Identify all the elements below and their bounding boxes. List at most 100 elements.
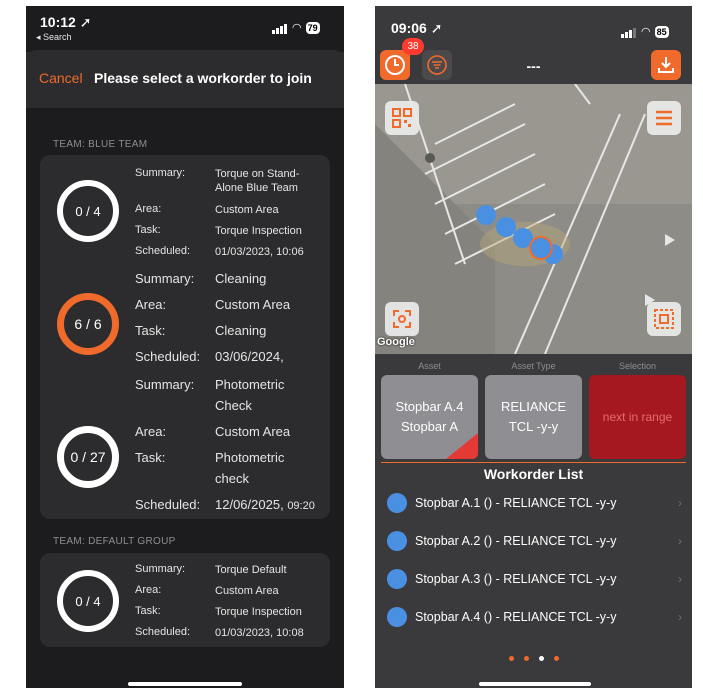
signal-icon [621,20,637,38]
list-item-label: Stopbar A.4 () - RELIANCE TCL -y-y [415,610,617,624]
selected-asset-marker[interactable] [529,236,553,260]
scheduled-value-wrap: 12/06/2025, 09:20 [215,494,315,517]
asset-type-header: Asset Type [511,361,556,371]
left-phone-screen: 10:12 ➚ ◂ Search ◠ 79 Cancel Please sele… [26,6,344,688]
page-indicator[interactable] [375,648,692,666]
right-phone-screen: 09:06 ➚ ◠ 85 38 --- Google Asset Asset T… [375,6,692,688]
summary-key: Summary: [135,167,186,179]
team-label-blue: TEAM: BLUE TEAM [53,139,148,150]
list-item[interactable]: Stopbar A.1 () - RELIANCE TCL -y-y › [387,484,682,522]
progress-label: 0 / 4 [75,203,101,219]
team-label-default: TEAM: DEFAULT GROUP [53,536,176,547]
progress-label: 0 / 4 [75,593,101,609]
status-icons: ◠ 85 [621,20,669,38]
menu-button[interactable] [647,101,681,135]
progress-label: 6 / 6 [74,316,102,332]
asset-marker[interactable] [496,217,516,237]
progress-ring: 0 / 4 [57,180,119,242]
summary-key: Summary: [135,563,186,575]
status-dot [387,493,407,513]
home-indicator[interactable] [479,682,591,686]
home-indicator[interactable] [128,682,242,686]
scheduled-time: 09:20 [287,500,315,512]
scheduled-value: 03/06/2024, [215,349,284,364]
task-value: Cleaning [215,323,267,338]
status-dot [387,607,407,627]
divider [26,108,344,120]
toolbar-title: --- [526,58,541,74]
scheduled-key: Scheduled: [135,626,191,638]
progress-ring: 0 / 27 [57,426,119,488]
asset-header: Asset [418,361,441,371]
workorder-item[interactable]: 6 / 6 Summary: Cleaning Area: Custom Are… [40,268,330,374]
recenter-icon [393,310,411,328]
map-view[interactable]: Google [375,84,692,354]
selection-header: Selection [618,361,657,371]
area-value: Custom Area [215,424,291,439]
wifi-icon: ◠ [292,22,302,34]
download-button[interactable] [651,50,681,80]
section-divider [381,462,686,463]
summary-key: Summary: [135,271,195,286]
chevron-right-icon: › [678,496,682,510]
chevron-right-icon: › [678,610,682,624]
asset-card[interactable]: Stopbar A.4 Stopbar A [381,375,478,459]
join-header: Cancel Please select a workorder to join [26,52,344,108]
task-value: Photometric check [215,450,285,486]
list-item[interactable]: Stopbar A.3 () - RELIANCE TCL -y-y › [387,560,682,598]
download-icon [658,57,674,73]
summary-value: Torque Default [215,564,287,576]
back-to-search-link[interactable]: ◂ Search [36,32,72,43]
battery-icon: 85 [654,26,669,38]
next-in-range-button[interactable]: next in range [589,375,686,459]
join-title: Please select a workorder to join [94,70,312,86]
area-value: Custom Area [215,585,279,597]
select-area-icon [654,309,674,329]
page-dot[interactable] [523,656,529,661]
status-dot [387,569,407,589]
chevron-right-icon: › [678,572,682,586]
task-key: Task: [135,323,166,338]
cancel-button[interactable]: Cancel [39,70,83,86]
page-dot-active[interactable] [538,656,544,661]
next-in-range-label: next in range [602,410,673,424]
status-time: 09:06 ➚ [391,20,443,36]
page-dot[interactable] [508,656,514,661]
area-value: Custom Area [215,204,279,216]
task-value: Torque Inspection [215,225,302,237]
asset-name: Stopbar A.4 [395,399,464,414]
page-dot[interactable] [553,656,559,661]
area-key: Area: [135,297,167,312]
list-item-label: Stopbar A.3 () - RELIANCE TCL -y-y [415,572,617,586]
workorder-item[interactable]: 0 / 4 Summary: Torque Default Area: Cust… [40,553,330,647]
asset-type-card[interactable]: RELIANCE TCL -y-y [485,375,582,459]
list-item[interactable]: Stopbar A.4 () - RELIANCE TCL -y-y › [387,598,682,636]
scheduled-value: 12/06/2025, [215,497,284,512]
progress-ring: 6 / 6 [57,293,119,355]
qr-scan-button[interactable] [385,101,419,135]
select-area-button[interactable] [647,302,681,336]
asset-marker[interactable] [476,205,496,225]
battery-icon: 79 [305,22,320,34]
area-key: Area: [135,584,162,596]
workorder-list: Stopbar A.1 () - RELIANCE TCL -y-y › Sto… [387,484,682,636]
scheduled-key: Scheduled: [135,245,191,257]
progress-ring: 0 / 4 [57,570,119,632]
workorder-item[interactable]: 0 / 4 Summary: Torque on Stand-Alone Blu… [40,162,330,258]
qr-map-icon [392,108,412,128]
scheduled-value: 01/03/2023, 10:06 [215,246,304,258]
notification-badge: 38 [402,38,424,55]
summary-value: Cleaning [215,271,267,286]
status-icons: ◠ 79 [272,16,320,34]
area-value: Custom Area [215,297,291,312]
list-item-label: Stopbar A.1 () - RELIANCE TCL -y-y [415,496,617,510]
task-value: Torque Inspection [215,606,302,618]
asset-type-line1: RELIANCE [500,399,567,414]
recenter-button[interactable] [385,302,419,336]
scheduled-key: Scheduled: [135,349,201,364]
chevron-right-icon: › [678,534,682,548]
status-time: 10:12 ➚ [40,14,92,30]
list-item[interactable]: Stopbar A.2 () - RELIANCE TCL -y-y › [387,522,682,560]
status-dot [387,531,407,551]
workorder-item[interactable]: 0 / 27 Summary: Photometric Check Area: … [40,374,330,516]
